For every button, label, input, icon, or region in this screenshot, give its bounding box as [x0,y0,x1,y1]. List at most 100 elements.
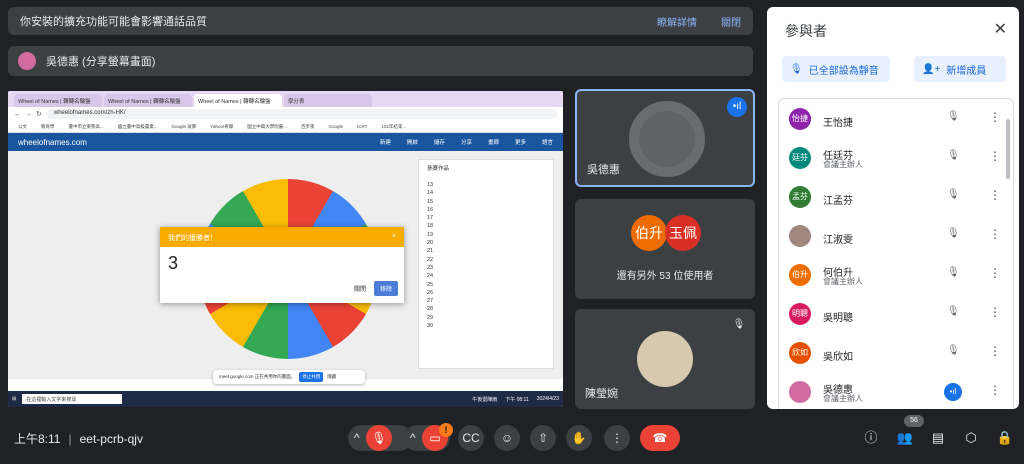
panel-title: 參與者 [785,23,827,39]
avatar: 怡捷 [789,108,811,130]
hide-button: 隱藏 [327,374,337,379]
participant-name: 吳明聰 [823,313,853,324]
banner-close-link[interactable]: 關閉 [721,14,741,29]
participant-role: 會議主辦人 [823,394,863,403]
sharing-message: meet.google.com 正在共用你的畫面。 [219,374,296,379]
shared-screen: Wheel of Names | 轉轉名輪盤 Wheel of Names | … [8,91,563,407]
people-icon: 👥 [896,430,914,445]
mic-off-icon: 🎙 [790,63,803,75]
entry-row: 16 [427,206,434,213]
leave-call-button[interactable]: ☎ [640,425,680,451]
site-menu-item: 畫廊 [487,140,499,146]
site-menu-item: 新建 [379,140,391,146]
more-options-icon[interactable]: ⋮ [989,266,1001,280]
site-menu-item: 開啟 [406,140,418,146]
participant-tile[interactable]: 🎙 陳瑩婉 [575,309,755,409]
participant-role: 會議主辦人 [823,277,863,286]
bookmark: 百步夜 [300,123,315,129]
mute-all-button[interactable]: 🎙 已全部設為靜音 [782,56,890,82]
avatar: 廷芬 [789,147,811,169]
site-menu-item: 更多 [514,140,526,146]
present-icon: ⇧ [537,431,549,445]
windows-taskbar: ⊞ 在這裡輸入文字來搜尋 午後雷陣雨 下午 08:11 2024/4/23 [8,391,563,407]
more-options-icon: ⋮ [611,431,623,445]
system-tray: 午後雷陣雨 下午 08:11 2024/4/23 [472,396,559,403]
add-people-label: 新增成員 [946,65,987,77]
mic-off-icon: 🎙 [947,189,960,200]
entry-row: 28 [427,306,434,313]
list-item: 廷芬 任廷芬 會議主辦人 🎙 ⋮ [779,141,1013,180]
bookmark: 教育學 [41,123,55,129]
more-options-icon[interactable]: ⋮ [989,188,1001,202]
others-tile[interactable]: 伯升 玉佩 還有另外 53 位使用者 [575,199,755,299]
bookmark: Google 試算 [171,123,197,129]
activities-button[interactable]: ⬡ [960,427,982,449]
mic-toggle-button[interactable]: 🎙 [366,425,392,451]
more-options-icon[interactable]: ⋮ [989,227,1001,241]
participant-name: 江淑雯 [823,235,853,246]
site-menu-item: 語言 [541,140,553,146]
winner-remove-button: 移除 [373,281,398,296]
entry-row: 20 [427,240,434,247]
address-bar: wheelofnames.com/zh-HK/ [45,109,557,119]
raise-hand-button[interactable]: ✋ [566,425,592,451]
list-item: 吳德惠 會議主辦人 •ıl ⋮ [779,375,1013,409]
avatar: 孟芬 [789,186,811,208]
add-people-button[interactable]: 👤+ 新增成員 [914,56,1006,82]
participant-count-badge: 56 [904,415,924,427]
close-icon[interactable]: ✕ [994,19,1007,39]
learn-more-link[interactable]: 瞭解詳情 [657,14,697,29]
wheel-stage: 參賽作品 13 14 15 16 17 18 19 20 21 22 23 24… [8,151,563,379]
more-options-button[interactable]: ⋮ [604,425,630,451]
participant-name: 江孟芬 [823,196,853,207]
more-options-icon[interactable]: ⋮ [989,305,1001,319]
participant-tile[interactable]: •ıl 吳德惠 [575,89,755,187]
bookmark: 102年結束... [381,123,407,129]
more-options-icon[interactable]: ⋮ [989,383,1001,397]
address-row: ← → ↻ wheelofnames.com/zh-HK/ [8,107,563,121]
participants-panel: 參與者 ✕ 🎙 已全部設為靜音 👤+ 新增成員 怡捷 王怡捷 🎙 ⋮ 廷芬 任廷… [767,7,1019,409]
browser-tab: Wheel of Names | 轉轉名輪盤 [194,94,282,107]
more-options-icon[interactable]: ⋮ [989,110,1001,124]
chat-icon: ▤ [931,430,945,445]
taskbar-time: 下午 08:11 [505,396,529,403]
meeting-details-button[interactable]: ⓘ [860,427,882,449]
banner-message: 你安裝的擴充功能可能會影響通話品質 [20,16,207,28]
chevron-up-icon[interactable]: ^ [354,431,360,445]
people-button[interactable]: 👥 [894,427,916,449]
clock: 上午8:11 [14,432,61,446]
site-menu-item: 儲存 [433,140,445,146]
meeting-code: eet-pcrb-qjv [79,432,143,446]
more-options-icon[interactable]: ⋮ [989,344,1001,358]
winner-dialog-buttons: 關閉 移除 [160,281,404,296]
winner-close-button: 關閉 [353,287,366,293]
site-menu: 新建 開啟 儲存 分享 畫廊 更多 語言 [380,138,553,146]
presenter-bar: 吳德惠 (分享螢幕畫面) [8,46,753,76]
bookmark: Google [328,124,343,129]
entry-row: 30 [427,323,434,330]
separator: | [68,432,72,446]
reactions-button[interactable]: ☺ [494,425,520,451]
host-controls-button[interactable]: 🔒 [994,427,1016,449]
back-icon: ← [14,110,21,118]
taskbar-search: 在這裡輸入文字來搜尋 [22,394,123,404]
captions-button[interactable]: CC [458,425,484,451]
site-menu-item: 分享 [460,140,472,146]
participant-list: 怡捷 王怡捷 🎙 ⋮ 廷芬 任廷芬 會議主辦人 🎙 ⋮ 孟芬 江孟芬 🎙 ⋮ 江… [778,98,1014,409]
list-item: 明聰 吳明聰 🎙 ⋮ [779,297,1013,336]
chat-button[interactable]: ▤ [927,427,949,449]
hand-icon: ✋ [571,431,587,445]
info-icon: ⓘ [864,430,878,445]
avatar [629,101,705,177]
bookmark: 臺中市立東勢高... [68,123,104,129]
list-item: 欣如 吳欣如 🎙 ⋮ [779,336,1013,375]
forward-icon: → [25,110,32,118]
site-name: wheelofnames.com [18,137,87,147]
present-button[interactable]: ⇧ [530,425,556,451]
chevron-up-icon[interactable]: ^ [410,431,416,445]
avatar [789,225,811,247]
more-options-icon[interactable]: ⋮ [989,149,1001,163]
bookmark: 國立臺中高級農業... [117,123,158,129]
warning-icon: ! [439,423,453,437]
avatar: 伯升 [631,215,667,251]
